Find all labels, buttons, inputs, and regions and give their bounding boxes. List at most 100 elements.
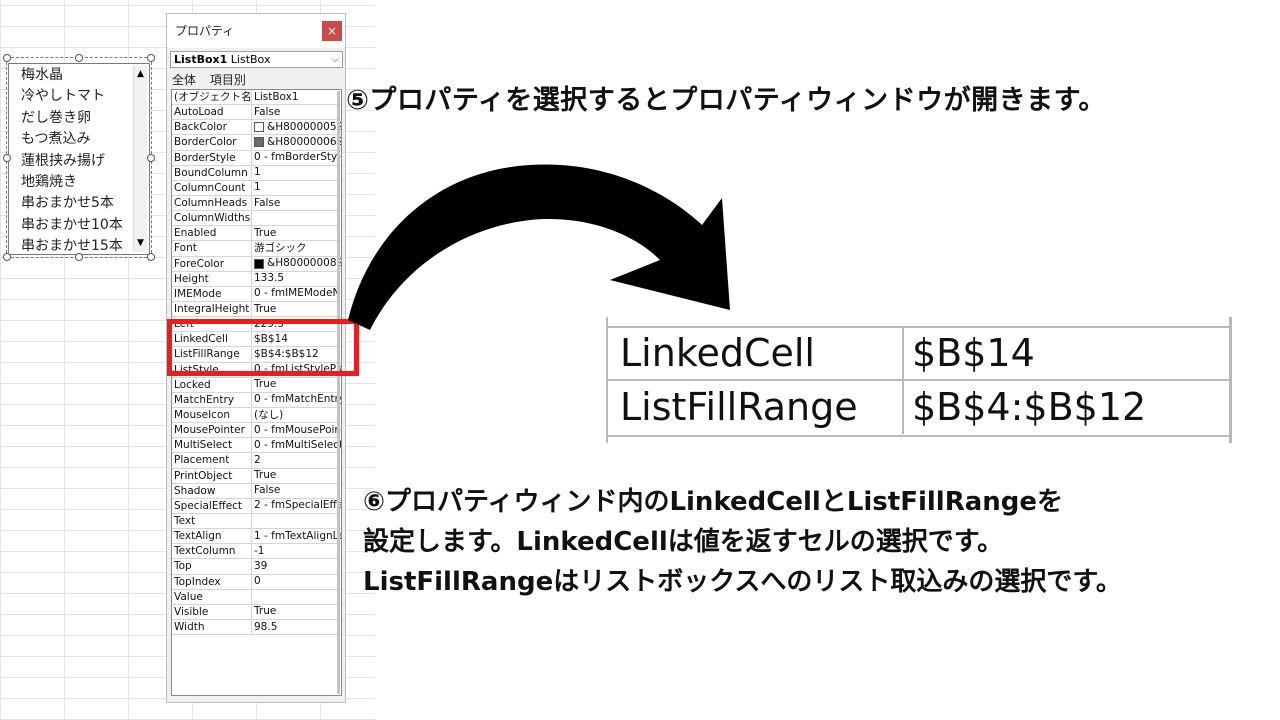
property-name: Font — [172, 241, 252, 256]
listbox-item[interactable]: 冷やしトマト — [21, 86, 132, 107]
property-row[interactable]: IMEMode0 - fmIMEModeNoControl — [172, 286, 341, 302]
property-value[interactable]: True — [252, 469, 341, 483]
resize-handle[interactable] — [75, 54, 83, 62]
color-swatch — [254, 137, 264, 148]
resize-handle[interactable] — [3, 253, 11, 261]
property-value-text: 游ゴシック — [254, 241, 307, 254]
property-row[interactable]: Width 98.5 — [172, 619, 341, 636]
property-value[interactable]: 39 — [252, 559, 341, 573]
property-value[interactable]: 0 — [252, 575, 341, 589]
close-button[interactable]: × — [322, 21, 342, 41]
property-row[interactable]: ForeColor &H80000008& — [172, 256, 341, 272]
property-row[interactable]: ColumnHeads False — [172, 195, 341, 212]
property-value-text: True — [254, 605, 277, 618]
property-value[interactable]: 1 - fmTextAlignLeft — [252, 529, 341, 543]
property-value[interactable]: 2 - fmSpecialEffectSunken — [252, 499, 341, 513]
object-select[interactable]: ListBox1 ListBox ⌵ — [170, 51, 343, 68]
property-row[interactable]: Height 133.5 — [172, 271, 341, 287]
property-name: MatchEntry — [172, 392, 252, 407]
resize-handle[interactable] — [3, 54, 11, 62]
property-name: Placement — [172, 453, 252, 468]
property-row[interactable]: Enabled True — [172, 226, 341, 242]
properties-titlebar[interactable]: プロパティ × — [167, 14, 345, 48]
property-value[interactable]: True — [252, 605, 341, 619]
resize-handle[interactable] — [147, 253, 155, 261]
property-value[interactable] — [252, 590, 341, 604]
property-row[interactable]: Placement 2 — [172, 453, 341, 469]
property-row[interactable]: TextAlign1 - fmTextAlignLeft — [172, 529, 341, 545]
property-value[interactable]: 0 - fmIMEModeNoControl — [252, 287, 341, 301]
property-row[interactable]: MousePointer0 - fmMousePointerDefault — [172, 423, 341, 439]
property-value[interactable] — [252, 211, 341, 225]
property-value[interactable]: 游ゴシック — [252, 241, 341, 255]
zoom-listfillrange-label: ListFillRange — [614, 381, 904, 434]
tab-category[interactable]: 項目別 — [210, 71, 246, 88]
property-value[interactable]: 1 — [252, 166, 341, 180]
property-row[interactable]: BorderColor &H80000006& — [172, 135, 341, 151]
listbox-item[interactable]: もつ煮込み — [21, 129, 132, 150]
property-row[interactable]: TextColumn -1 — [172, 544, 341, 560]
property-row[interactable]: PrintObject True — [172, 468, 341, 484]
listbox-item[interactable]: 地鶏焼き — [21, 172, 132, 193]
property-row[interactable]: BackColor &H80000005& — [172, 120, 341, 136]
property-row[interactable]: (オブジェクト名) ListBox1 — [172, 90, 341, 106]
listbox-item[interactable]: だし巻き卵 — [21, 108, 132, 129]
property-row[interactable]: BorderStyle0 - fmBorderStyleNone — [172, 150, 341, 166]
property-row[interactable]: Text — [172, 513, 341, 530]
property-row[interactable]: Value — [172, 589, 341, 605]
property-row[interactable]: IntegralHeight True — [172, 301, 341, 318]
listbox-control[interactable]: 梅水晶 冷やしトマト だし巻き卵 もつ煮込み 蓮根挟み揚げ 地鶏焼き 串おまかせ5本 串おまか… — [8, 63, 150, 255]
property-row[interactable]: ColumnCount 1 — [172, 180, 341, 196]
property-value[interactable]: True — [252, 226, 341, 240]
property-row[interactable]: AutoLoad False — [172, 105, 341, 121]
property-row[interactable]: Top 39 — [172, 559, 341, 575]
property-value[interactable]: ListBox1 — [252, 90, 341, 104]
scroll-down-icon[interactable]: ▼ — [134, 237, 147, 250]
property-row[interactable]: MouseIcon (なし) — [172, 407, 341, 424]
property-value[interactable] — [252, 514, 341, 528]
property-row[interactable]: ColumnWidths — [172, 211, 341, 227]
property-value[interactable]: False — [252, 196, 341, 210]
listbox-item[interactable]: 串おまかせ10本 — [21, 215, 132, 236]
property-value[interactable]: 0 - fmBorderStyleNone — [252, 151, 341, 165]
property-value[interactable]: 2 — [252, 453, 341, 467]
resize-handle[interactable] — [147, 154, 155, 162]
property-row[interactable]: Visible True — [172, 604, 341, 620]
resize-handle[interactable] — [3, 154, 11, 162]
property-value[interactable]: &H80000008& — [252, 257, 341, 271]
property-row[interactable]: MultiSelect0 - fmMultiSelectSingle — [172, 438, 341, 454]
listbox-item[interactable]: 蓮根挟み揚げ — [21, 151, 132, 172]
property-value[interactable]: 0 - fmMousePointerDefault — [252, 423, 341, 437]
property-value[interactable]: True — [252, 302, 341, 316]
property-value[interactable]: False — [252, 105, 341, 119]
resize-handle[interactable] — [75, 253, 83, 261]
property-name: TextColumn — [172, 544, 252, 559]
listbox-item[interactable]: 串おまかせ5本 — [21, 193, 132, 214]
property-row[interactable]: BoundColumn 1 — [172, 165, 341, 181]
property-value[interactable]: True — [252, 378, 341, 392]
property-value-text: 98.5 — [254, 620, 278, 633]
listbox-scrollbar[interactable]: ▲ ▼ — [133, 66, 147, 252]
property-row[interactable]: Font 游ゴシック — [172, 241, 341, 257]
property-row[interactable]: SpecialEffect2 - fmSpecialEffectSunken — [172, 498, 341, 514]
scroll-up-icon[interactable]: ▲ — [134, 68, 147, 81]
property-name: MouseIcon — [172, 407, 252, 423]
property-row[interactable]: Locked True — [172, 377, 341, 393]
property-value[interactable]: 98.5 — [252, 620, 341, 634]
property-value[interactable]: &H80000006& — [252, 135, 341, 149]
resize-handle[interactable] — [147, 54, 155, 62]
property-row[interactable]: Shadow False — [172, 483, 341, 499]
property-row[interactable]: MatchEntry0 - fmMatchEntryFirstLetter — [172, 392, 341, 408]
property-value[interactable]: 133.5 — [252, 272, 341, 286]
property-value-text: False — [254, 105, 281, 118]
tab-all[interactable]: 全体 — [172, 71, 196, 88]
property-row[interactable]: TopIndex 0 — [172, 574, 341, 590]
property-value[interactable]: (なし) — [252, 408, 341, 422]
property-value[interactable]: 0 - fmMultiSelectSingle — [252, 438, 341, 452]
property-value[interactable]: &H80000005& — [252, 120, 341, 134]
property-value[interactable]: 0 - fmMatchEntryFirstLetter — [252, 393, 341, 407]
listbox-item[interactable]: 梅水晶 — [21, 65, 132, 86]
property-value[interactable]: 1 — [252, 181, 341, 195]
property-value[interactable]: -1 — [252, 544, 341, 558]
property-value[interactable]: False — [252, 484, 341, 498]
